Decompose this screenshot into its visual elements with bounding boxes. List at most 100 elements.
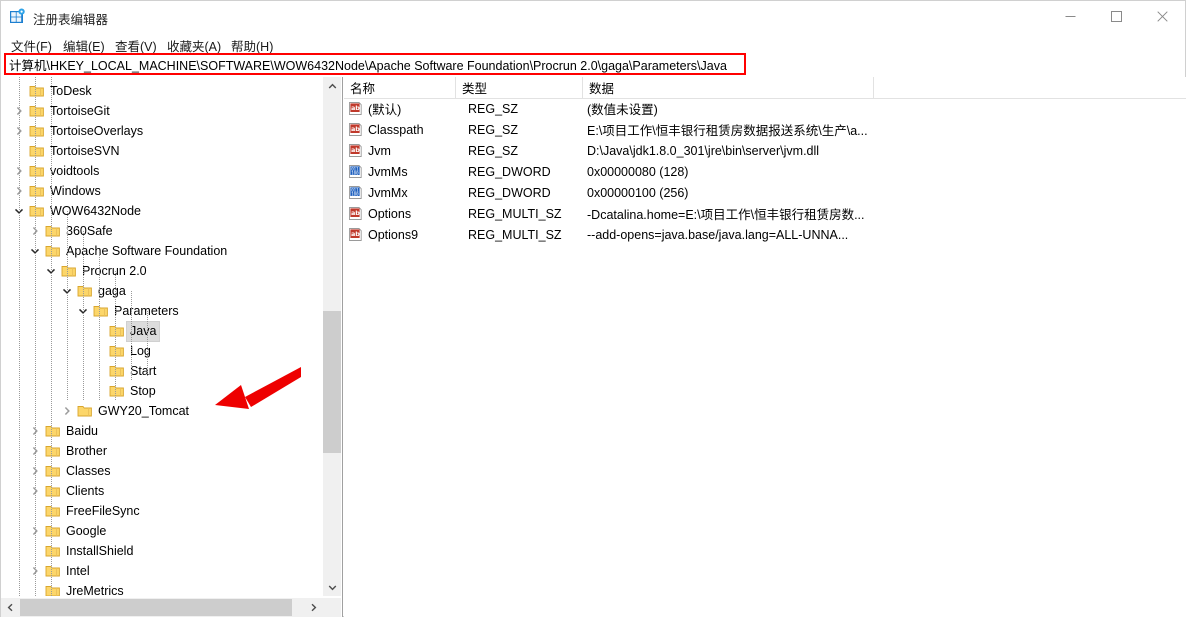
tree-item-voidtools[interactable]: voidtools (1, 161, 323, 181)
tree-guide-line (131, 291, 132, 381)
title-bar: 注册表编辑器 (1, 1, 1185, 32)
tree-item-clients[interactable]: Clients (1, 481, 323, 501)
svg-text:ab: ab (351, 209, 360, 217)
tree-item-procrun-2-0[interactable]: Procrun 2.0 (1, 261, 323, 281)
string-value-icon: ab (348, 143, 363, 158)
value-data: (数值未设置) (587, 103, 658, 117)
tree-guide-line (67, 211, 68, 401)
tree-item-java[interactable]: Java (1, 321, 323, 342)
tree-vertical-scrollbar[interactable] (322, 77, 341, 596)
column-header-3[interactable]: 数据 (583, 77, 874, 98)
value-row[interactable]: 011 100 JvmMx REG_DWORD 0x00000100 (256) (344, 182, 1186, 203)
tree-item-intel[interactable]: Intel (1, 561, 323, 581)
menu-bar: 文件(F) 编辑(E) 查看(V) 收藏夹(A) 帮助(H) (1, 32, 1185, 54)
tree-item-360safe[interactable]: 360Safe (1, 221, 323, 241)
tree-item-label: voidtools (50, 164, 100, 178)
tree-item-start[interactable]: Start (1, 361, 323, 381)
tree-item-label: Brother (66, 444, 107, 458)
folder-icon (93, 304, 109, 318)
tree-item-tortoiseoverlays[interactable]: TortoiseOverlays (1, 121, 323, 141)
svg-text:ab: ab (351, 125, 360, 133)
maximize-button[interactable] (1093, 1, 1139, 32)
registry-key-tree[interactable]: ToDesk TortoiseGit TortoiseOverlays Tortois… (1, 77, 323, 596)
tree-horizontal-scroll-thumb[interactable] (20, 599, 292, 616)
tree-item-label: 360Safe (66, 224, 113, 238)
tree-item-parameters[interactable]: Parameters (1, 301, 323, 321)
column-header-2[interactable]: 类型 (456, 77, 583, 98)
tree-item-google[interactable]: Google (1, 521, 323, 541)
tree-item-log[interactable]: Log (1, 341, 323, 361)
tree-item-todesk[interactable]: ToDesk (1, 81, 323, 101)
tree-item-jremetrics[interactable]: JreMetrics (1, 581, 323, 596)
close-button[interactable] (1139, 1, 1185, 32)
folder-icon (45, 444, 61, 458)
svg-text:100: 100 (351, 191, 359, 196)
registry-values-pane: 名称 类型 数据 ab (默认) REG_SZ (数值未设置) ab Classpath REG… (344, 77, 1186, 617)
tree-scroll-right-button[interactable] (304, 598, 323, 616)
value-type: REG_DWORD (468, 185, 551, 200)
dword-value-icon: 011 100 (348, 164, 363, 179)
tree-item-gaga[interactable]: gaga (1, 281, 323, 301)
tree-item-brother[interactable]: Brother (1, 441, 323, 461)
value-type: REG_DWORD (468, 164, 551, 179)
tree-scroll-left-button[interactable] (1, 598, 20, 616)
folder-icon (45, 584, 61, 596)
tree-item-installshield[interactable]: InstallShield (1, 541, 323, 561)
tree-item-label: WOW6432Node (50, 204, 142, 218)
value-data: -Dcatalina.home=E:\项目工作\恒丰银行租赁房数... (587, 208, 865, 222)
value-row[interactable]: ab (默认) REG_SZ (数值未设置) (344, 98, 1186, 119)
tree-item-apache-software-foundation[interactable]: Apache Software Foundation (1, 241, 323, 261)
tree-item-classes[interactable]: Classes (1, 461, 323, 481)
column-header-1[interactable]: 名称 (344, 77, 456, 98)
tree-guide-line (19, 77, 20, 596)
chevron-right-icon[interactable] (59, 401, 75, 421)
tree-item-label: Windows (50, 184, 101, 198)
scrollbar-corner (323, 598, 341, 617)
folder-icon (77, 404, 93, 418)
folder-icon (109, 344, 125, 358)
folder-icon (29, 144, 45, 158)
tree-item-gwy20-tomcat[interactable]: GWY20_Tomcat (1, 401, 323, 421)
tree-item-tortoisegit[interactable]: TortoiseGit (1, 101, 323, 121)
folder-icon (45, 424, 61, 438)
tree-item-label: Apache Software Foundation (66, 244, 228, 258)
minimize-button[interactable] (1047, 1, 1093, 32)
value-type: REG_MULTI_SZ (468, 227, 562, 242)
svg-text:ab: ab (351, 146, 360, 154)
value-row[interactable]: 011 100 JvmMs REG_DWORD 0x00000080 (128) (344, 161, 1186, 182)
address-bar[interactable]: 计算机\HKEY_LOCAL_MACHINE\SOFTWARE\WOW6432N… (4, 53, 746, 75)
tree-item-stop[interactable]: Stop (1, 381, 323, 401)
value-type: REG_MULTI_SZ (468, 206, 562, 221)
value-row[interactable]: ab Classpath REG_SZ E:\项目工作\恒丰银行租赁房数据报送系统\生… (344, 119, 1186, 140)
folder-icon (29, 104, 45, 118)
tree-item-label: Clients (66, 484, 105, 498)
values-column-header[interactable]: 名称 类型 数据 (344, 77, 1186, 99)
tree-scroll-up-button[interactable] (323, 77, 341, 95)
tree-item-wow6432node[interactable]: WOW6432Node (1, 201, 323, 221)
value-row[interactable]: ab Options9 REG_MULTI_SZ --add-opens=java.b… (344, 224, 1186, 245)
value-name: Jvm (368, 143, 391, 158)
value-type: REG_SZ (468, 143, 519, 158)
tree-vertical-scroll-thumb[interactable] (323, 311, 341, 453)
tree-item-tortoisesvn[interactable]: TortoiseSVN (1, 141, 323, 161)
tree-item-freefilesync[interactable]: FreeFileSync (1, 501, 323, 521)
tree-guide-line (115, 271, 116, 401)
tree-horizontal-scrollbar[interactable] (1, 597, 323, 617)
tree-item-windows[interactable]: Windows (1, 181, 323, 201)
value-row[interactable]: ab Options REG_MULTI_SZ -Dcatalina.home=E:\… (344, 203, 1186, 224)
tree-item-baidu[interactable]: Baidu (1, 421, 323, 441)
tree-guide-line (35, 77, 36, 596)
folder-icon (29, 84, 45, 98)
value-name: Options (368, 206, 412, 221)
folder-icon (45, 524, 61, 538)
value-row[interactable]: ab Jvm REG_SZ D:\Java\jdk1.8.0_301\jre\bin\… (344, 140, 1186, 161)
folder-icon (45, 224, 61, 238)
value-name: Classpath (368, 122, 424, 137)
value-name: JvmMs (368, 164, 408, 179)
tree-scroll-down-button[interactable] (323, 578, 341, 596)
folder-icon (29, 164, 45, 178)
folder-icon (45, 244, 61, 258)
tree-item-label: TortoiseSVN (50, 144, 120, 158)
window-title: 注册表编辑器 (33, 13, 109, 27)
string-value-icon: ab (348, 227, 363, 242)
